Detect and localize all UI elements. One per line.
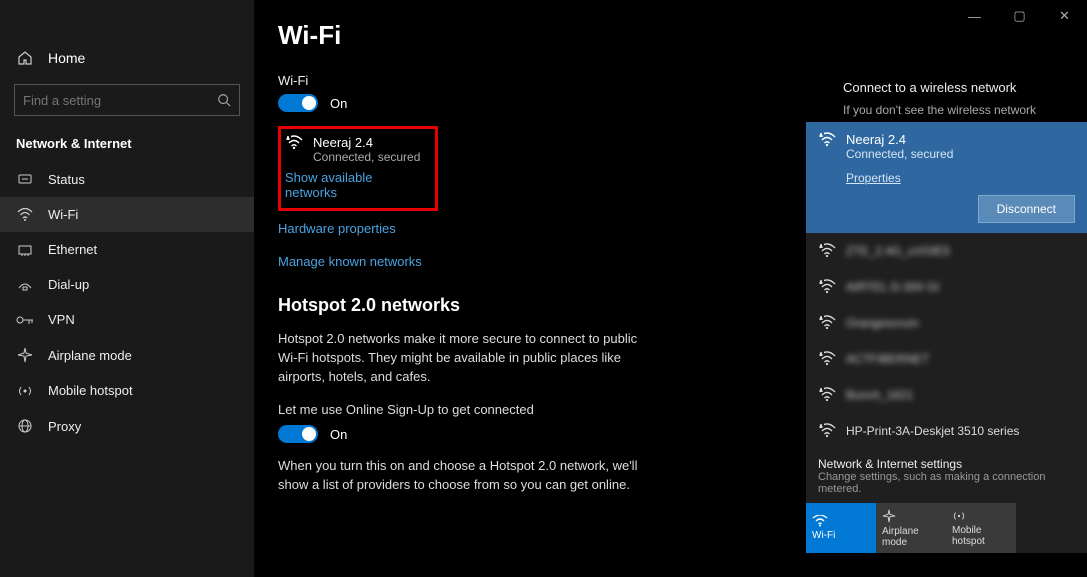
sidebar-item-label: Status xyxy=(48,172,85,187)
sidebar-item-label: Proxy xyxy=(48,419,81,434)
connection-status: Connected, secured xyxy=(313,150,420,164)
network-label: AIRTEL D-300 GI xyxy=(846,280,939,294)
ethernet-icon xyxy=(16,243,34,257)
home-icon xyxy=(16,50,34,66)
search-input-container[interactable] xyxy=(14,84,240,116)
network-label: Bunch_1621 xyxy=(846,388,913,402)
highlighted-connection-box: Neeraj 2.4 Connected, secured Show avail… xyxy=(278,126,438,211)
network-item[interactable]: ZTE_2.4G_uVGfE5 xyxy=(806,233,1087,269)
flyout-quick-tiles: Wi-Fi Airplane mode Mobile hotspot xyxy=(806,503,1087,553)
signup-label: Let me use Online Sign-Up to get connect… xyxy=(278,401,638,420)
hotspot-icon xyxy=(952,510,966,522)
signup-toggle-switch[interactable] xyxy=(278,425,318,443)
sidebar-item-label: Airplane mode xyxy=(48,348,132,363)
hotspot-description: Hotspot 2.0 networks make it more secure… xyxy=(278,330,638,387)
sidebar-item-dialup[interactable]: Dial-up xyxy=(0,267,254,302)
sidebar-item-vpn[interactable]: VPN xyxy=(0,302,254,337)
tile-label: Wi-Fi xyxy=(812,530,835,541)
page-heading: Wi-Fi xyxy=(278,20,1063,51)
help-panel: Connect to a wireless network If you don… xyxy=(843,80,1063,117)
sidebar-item-proxy[interactable]: Proxy xyxy=(0,408,254,444)
disconnect-button[interactable]: Disconnect xyxy=(978,195,1075,223)
sidebar-item-label: Ethernet xyxy=(48,242,97,257)
network-item[interactable]: HP-Print-3A-Deskjet 3510 series xyxy=(806,413,1087,449)
wifi-secured-icon xyxy=(818,351,836,367)
flyout-settings-heading: Network & Internet settings xyxy=(818,457,1075,471)
search-icon xyxy=(217,93,231,107)
sidebar-item-label: VPN xyxy=(48,312,75,327)
network-flyout: Neeraj 2.4 Connected, secured Properties… xyxy=(806,122,1087,553)
wifi-icon xyxy=(812,515,828,527)
wifi-secured-icon xyxy=(818,315,836,331)
network-item[interactable]: AIRTEL D-300 GI xyxy=(806,269,1087,305)
network-label: HP-Print-3A-Deskjet 3510 series xyxy=(846,424,1019,438)
sidebar-item-hotspot[interactable]: Mobile hotspot xyxy=(0,373,254,408)
flyout-settings-sub: Change settings, such as making a connec… xyxy=(818,471,1075,495)
flyout-properties-link[interactable]: Properties xyxy=(846,171,901,185)
tile-airplane[interactable]: Airplane mode xyxy=(876,503,946,553)
sidebar-home-label: Home xyxy=(48,50,85,66)
status-icon xyxy=(16,171,34,187)
sidebar-item-airplane[interactable]: Airplane mode xyxy=(0,337,254,373)
tile-hotspot[interactable]: Mobile hotspot xyxy=(946,503,1016,553)
wifi-secured-icon xyxy=(285,135,303,151)
wifi-secured-icon xyxy=(818,423,836,439)
flyout-network-status: Connected, secured xyxy=(846,147,953,161)
current-connection[interactable]: Neeraj 2.4 Connected, secured xyxy=(285,135,427,164)
sidebar-item-status[interactable]: Status xyxy=(0,161,254,197)
wifi-secured-icon xyxy=(818,243,836,259)
wifi-toggle-switch[interactable] xyxy=(278,94,318,112)
network-label: ZTE_2.4G_uVGfE5 xyxy=(846,244,950,258)
sidebar-home[interactable]: Home xyxy=(0,40,254,76)
dialup-icon xyxy=(16,278,34,292)
network-item[interactable]: ACTFIBERNET xyxy=(806,341,1087,377)
network-label: Orangescrum xyxy=(846,316,919,330)
tile-label: Airplane mode xyxy=(882,526,940,548)
help-sub: If you don't see the wireless network xyxy=(843,103,1063,117)
show-available-networks-link[interactable]: Show available networks xyxy=(285,170,427,200)
help-heading: Connect to a wireless network xyxy=(843,80,1063,95)
wifi-toggle-state: On xyxy=(330,96,347,111)
tile-label: Mobile hotspot xyxy=(952,525,1010,547)
network-item[interactable]: Orangescrum xyxy=(806,305,1087,341)
network-label: ACTFIBERNET xyxy=(846,352,929,366)
wifi-secured-icon xyxy=(818,279,836,295)
vpn-icon xyxy=(16,314,34,326)
flyout-connected-network[interactable]: Neeraj 2.4 Connected, secured Properties… xyxy=(806,122,1087,233)
signup-toggle-state: On xyxy=(330,427,347,442)
airplane-icon xyxy=(882,509,896,523)
proxy-icon xyxy=(16,418,34,434)
airplane-icon xyxy=(16,347,34,363)
wifi-secured-icon xyxy=(818,387,836,403)
sidebar-item-label: Mobile hotspot xyxy=(48,383,133,398)
connection-name: Neeraj 2.4 xyxy=(313,135,420,150)
sidebar-item-label: Wi-Fi xyxy=(48,207,78,222)
wifi-secured-icon xyxy=(818,132,836,148)
wifi-icon xyxy=(16,208,34,222)
flyout-network-name: Neeraj 2.4 xyxy=(846,132,953,147)
network-item[interactable]: Bunch_1621 xyxy=(806,377,1087,413)
sidebar-item-ethernet[interactable]: Ethernet xyxy=(0,232,254,267)
signup-description: When you turn this on and choose a Hotsp… xyxy=(278,457,638,495)
flyout-settings-link[interactable]: Network & Internet settings Change setti… xyxy=(806,449,1087,503)
search-input[interactable] xyxy=(23,93,217,108)
sidebar: Home Network & Internet Status Wi-Fi Eth… xyxy=(0,0,254,577)
sidebar-item-wifi[interactable]: Wi-Fi xyxy=(0,197,254,232)
tile-wifi[interactable]: Wi-Fi xyxy=(806,503,876,553)
hotspot-icon xyxy=(16,384,34,398)
sidebar-item-label: Dial-up xyxy=(48,277,89,292)
sidebar-section-heading: Network & Internet xyxy=(0,130,254,161)
